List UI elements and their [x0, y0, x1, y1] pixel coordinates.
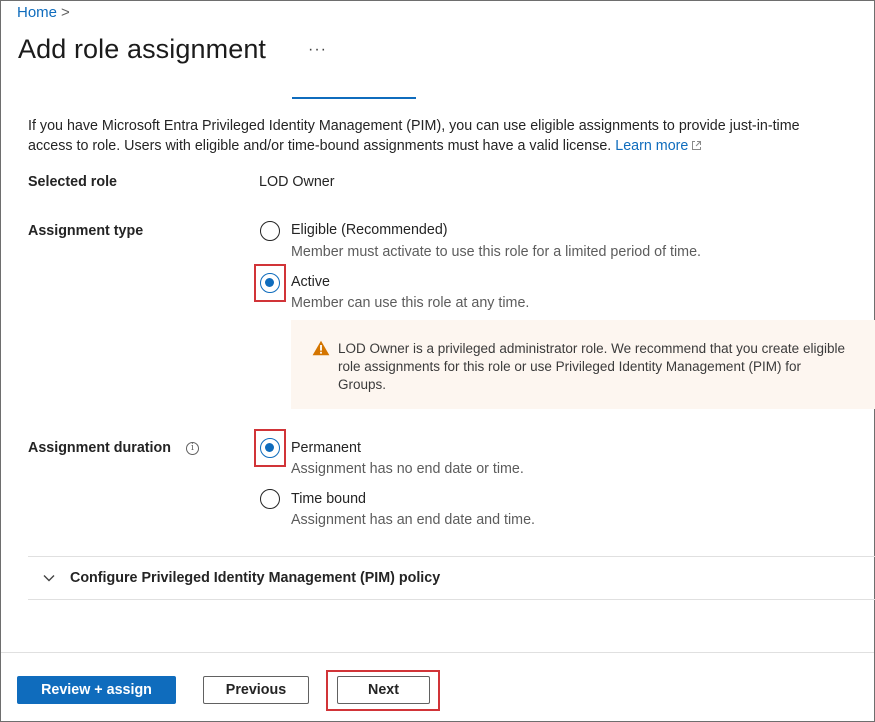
external-link-icon [692, 141, 702, 150]
time-bound-radio[interactable] [260, 489, 280, 509]
time-bound-option-label[interactable]: Time bound [291, 491, 366, 507]
eligible-option-description: Member must activate to use this role fo… [291, 244, 702, 260]
permanent-option-label[interactable]: Permanent [291, 440, 361, 456]
breadcrumb: Home > [17, 4, 70, 21]
page-title: Add role assignment [18, 34, 267, 64]
permanent-radio[interactable] [260, 438, 280, 458]
pim-info-text: If you have Microsoft Entra Privileged I… [28, 116, 828, 156]
active-tab-indicator [292, 97, 416, 99]
time-bound-option-description: Assignment has an end date and time. [291, 512, 535, 528]
breadcrumb-separator: > [61, 4, 70, 21]
permanent-option-description: Assignment has no end date or time. [291, 461, 524, 477]
breadcrumb-home-link[interactable]: Home [17, 4, 57, 21]
eligible-radio[interactable] [260, 221, 280, 241]
eligible-option-label[interactable]: Eligible (Recommended) [291, 222, 448, 238]
info-icon[interactable]: i [186, 442, 199, 455]
chevron-down-icon[interactable] [42, 571, 56, 585]
footer-divider [1, 652, 874, 653]
section-divider-bottom [28, 599, 875, 600]
pim-policy-expander[interactable]: Configure Privileged Identity Management… [70, 570, 440, 586]
active-radio[interactable] [260, 273, 280, 293]
review-assign-button[interactable]: Review + assign [17, 676, 176, 704]
assignment-duration-label: Assignment duration [28, 440, 171, 456]
selected-role-label: Selected role [28, 174, 117, 190]
section-divider-top [28, 556, 875, 557]
warning-text: LOD Owner is a privileged administrator … [338, 341, 845, 392]
warning-icon [312, 340, 330, 356]
selected-role-value: LOD Owner [259, 174, 335, 190]
learn-more-link[interactable]: Learn more [615, 138, 688, 154]
active-option-label[interactable]: Active [291, 274, 330, 290]
more-options-button[interactable]: ··· [308, 41, 327, 59]
next-button[interactable]: Next [337, 676, 430, 704]
previous-button[interactable]: Previous [203, 676, 309, 704]
assignment-type-label: Assignment type [28, 223, 144, 239]
active-option-description: Member can use this role at any time. [291, 295, 530, 311]
